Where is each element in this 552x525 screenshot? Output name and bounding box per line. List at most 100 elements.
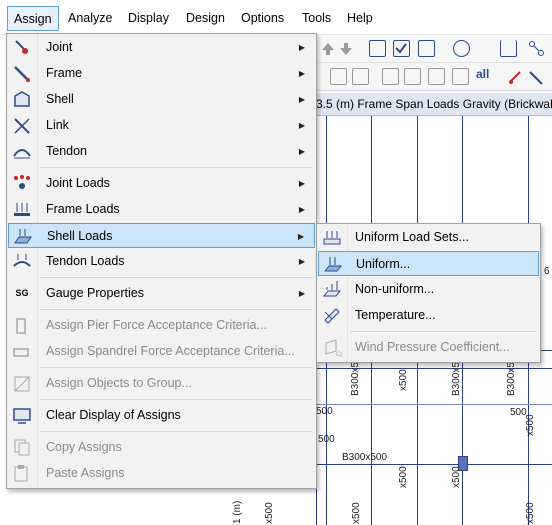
menu-separator [40, 399, 312, 400]
grid-label: 6 [544, 266, 550, 277]
beam-label: B300x500 [342, 452, 388, 463]
beam-label: x500 [264, 502, 275, 524]
menu-bar: Assign Analyze Display Design Options To… [0, 0, 552, 35]
menu-item-copy-assigns[interactable]: Copy Assigns [8, 435, 315, 460]
menu-separator [40, 167, 312, 168]
submenu-arrow-icon: ▶ [298, 121, 305, 130]
wind-pressure-icon: Cp [325, 339, 342, 357]
menu-separator [40, 367, 312, 368]
gauge-icon: SG [15, 288, 29, 298]
move-up-icon[interactable] [418, 40, 435, 57]
menu-display[interactable]: Display [122, 6, 175, 31]
select-all-icon[interactable]: all [476, 67, 489, 81]
submenu-arrow-icon: ▶ [298, 289, 305, 298]
object-shape-icon[interactable] [453, 40, 470, 57]
assign-menu: Joint ▶ Frame ▶ Shell ▶ Link ▶ Tendon ▶ … [6, 33, 317, 489]
non-uniform-load-icon [322, 281, 342, 297]
beam-label: x500 [398, 369, 409, 391]
frame-loads-icon [14, 203, 30, 216]
node-draw-icon[interactable] [528, 40, 545, 57]
toolbar-top [316, 35, 552, 63]
menu-separator [350, 331, 536, 332]
submenu-item-wind-pressure[interactable]: Cp Wind Pressure Coefficient... [318, 335, 539, 360]
tendon-icon [13, 149, 31, 159]
submenu-item-uniform[interactable]: Uniform... [318, 251, 539, 276]
link-icon [14, 118, 30, 134]
submenu-arrow-icon: ▶ [298, 257, 305, 266]
menu-item-pier-criteria[interactable]: Assign Pier Force Acceptance Criteria... [8, 313, 315, 338]
menu-item-clear-display[interactable]: Clear Display of Assigns [8, 403, 315, 428]
draw-line-icon[interactable] [508, 68, 548, 86]
tendon-loads-icon [13, 254, 31, 267]
invert-selection-icon[interactable] [404, 68, 421, 85]
menu-separator [40, 309, 312, 310]
menu-item-link[interactable]: Link ▶ [8, 113, 315, 138]
menu-item-tendon-loads[interactable]: Tendon Loads ▶ [8, 249, 315, 274]
clear-display-icon [13, 408, 31, 424]
submenu-arrow-icon: ▶ [298, 69, 305, 78]
menu-options[interactable]: Options [235, 6, 290, 31]
beam-label: x500 [525, 414, 536, 436]
group-icon [14, 376, 30, 392]
shell-icon [14, 91, 30, 107]
menu-item-frame[interactable]: Frame ▶ [8, 61, 315, 86]
beam-label: x500 [351, 502, 362, 524]
paste-icon [14, 465, 28, 482]
beam-label: 500 [316, 406, 333, 417]
pier-icon [16, 318, 26, 334]
menu-item-gauge-properties[interactable]: SG Gauge Properties ▶ [8, 281, 315, 306]
previous-selection-icon[interactable] [452, 68, 469, 85]
copy-icon [14, 439, 30, 456]
menu-item-shell-loads[interactable]: Shell Loads ▶ [8, 223, 315, 248]
menu-item-frame-loads[interactable]: Frame Loads ▶ [8, 197, 315, 222]
submenu-item-temperature[interactable]: Temperature... [318, 303, 539, 328]
submenu-arrow-icon: ▶ [298, 43, 305, 52]
uniform-load-icon [323, 257, 343, 272]
menu-analyze[interactable]: Analyze [62, 6, 118, 31]
joint-icon [15, 40, 28, 54]
menu-item-shell[interactable]: Shell ▶ [8, 87, 315, 112]
menu-separator [40, 277, 312, 278]
joint-loads-icon [14, 175, 30, 189]
shell-loads-icon [14, 229, 32, 244]
beam-label: x500 [451, 466, 462, 488]
view-title: 3.5 (m) Frame Span Loads Gravity (Brickw… [316, 93, 552, 116]
select-grid-icon[interactable] [369, 40, 386, 57]
select-pointer-icon[interactable] [352, 68, 369, 85]
menu-tools[interactable]: Tools [296, 6, 337, 31]
menu-help[interactable]: Help [341, 6, 379, 31]
submenu-arrow-icon: ▶ [298, 179, 305, 188]
menu-item-tendon[interactable]: Tendon ▶ [8, 139, 315, 164]
shell-loads-submenu: Uniform Load Sets... Uniform... Non-unif… [316, 223, 541, 363]
menu-assign[interactable]: Assign [7, 6, 59, 31]
menu-separator [40, 431, 312, 432]
menu-item-paste-assigns[interactable]: Paste Assigns [8, 461, 315, 486]
clear-selection-icon[interactable] [428, 68, 445, 85]
spandrel-icon [13, 348, 29, 357]
frame-icon [14, 66, 30, 82]
select-window-icon[interactable] [330, 68, 347, 85]
submenu-arrow-icon: ▶ [297, 232, 304, 241]
frame-draw-icon[interactable] [500, 40, 517, 57]
menu-item-joint-loads[interactable]: Joint Loads ▶ [8, 171, 315, 196]
arrow-up-down-icon[interactable] [320, 40, 356, 58]
menu-item-joint[interactable]: Joint ▶ [8, 35, 315, 60]
toolbar-select: all [316, 63, 552, 91]
temperature-icon [324, 308, 340, 324]
beam-label: 500 [318, 434, 335, 445]
menu-item-spandrel-criteria[interactable]: Assign Spandrel Force Acceptance Criteri… [8, 339, 315, 364]
menu-item-assign-group[interactable]: Assign Objects to Group... [8, 371, 315, 396]
checkbox-icon[interactable] [393, 40, 410, 57]
deselect-icon[interactable] [382, 68, 399, 85]
uniform-load-sets-icon [323, 231, 341, 245]
beam-label: x500 [525, 502, 536, 524]
menu-design[interactable]: Design [180, 6, 231, 31]
submenu-item-uniform-load-sets[interactable]: Uniform Load Sets... [318, 225, 539, 250]
submenu-arrow-icon: ▶ [298, 147, 305, 156]
submenu-item-non-uniform[interactable]: Non-uniform... [318, 277, 539, 302]
submenu-arrow-icon: ▶ [298, 95, 305, 104]
beam-label: x500 [398, 466, 409, 488]
axis-label: 1 (m) [232, 500, 243, 524]
svg-text:Cp: Cp [336, 352, 342, 357]
submenu-arrow-icon: ▶ [298, 205, 305, 214]
